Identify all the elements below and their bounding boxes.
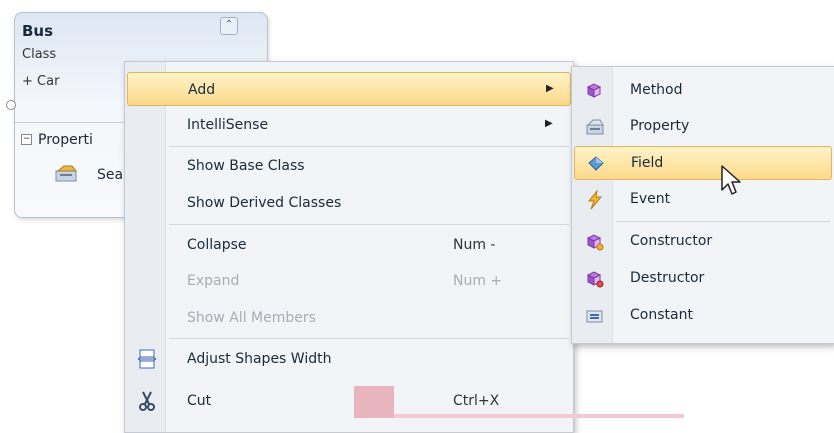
menu-item-collapse[interactable]: Collapse Num - bbox=[127, 228, 571, 262]
destructor-icon bbox=[586, 271, 604, 288]
submenu-item-event[interactable]: Event bbox=[574, 183, 832, 217]
submenu-item-method[interactable]: Method bbox=[574, 74, 832, 108]
menu-item-show-all-members: Show All Members bbox=[127, 301, 571, 335]
menu-item-show-derived-classes[interactable]: Show Derived Classes bbox=[127, 186, 571, 220]
submenu-item-property[interactable]: Property bbox=[574, 110, 832, 144]
menu-item-label: Adjust Shapes Width bbox=[187, 351, 332, 367]
submenu-arrow-icon: ▶ bbox=[546, 83, 554, 94]
submenu-item-label: Property bbox=[630, 118, 690, 134]
submenu-item-destructor[interactable]: Destructor bbox=[574, 262, 832, 296]
menu-item-add[interactable]: Add ▶ bbox=[127, 72, 571, 106]
submenu-item-label: Destructor bbox=[630, 270, 705, 286]
submenu-item-label: Event bbox=[630, 191, 671, 207]
submenu-item-label: Constant bbox=[630, 307, 693, 323]
menu-item-label: Show Base Class bbox=[187, 158, 305, 174]
class-kind: Class bbox=[22, 47, 57, 62]
submenu-item-label: Method bbox=[630, 82, 683, 98]
submenu-arrow-icon: ▶ bbox=[545, 118, 553, 129]
menu-item-shortcut: Num - bbox=[453, 237, 496, 253]
scissors-icon bbox=[139, 391, 155, 411]
menu-item-label: Collapse bbox=[187, 237, 247, 253]
submenu-item-field[interactable]: Field bbox=[574, 146, 832, 180]
submenu-item-constructor[interactable]: Constructor bbox=[574, 225, 832, 259]
menu-item-shortcut: Ctrl+X bbox=[453, 393, 500, 409]
class-base-type: + Car bbox=[22, 74, 60, 89]
constructor-icon bbox=[586, 234, 604, 251]
menu-separator bbox=[169, 338, 569, 339]
property-icon bbox=[586, 119, 604, 135]
field-icon bbox=[588, 156, 604, 171]
property-icon bbox=[55, 165, 78, 182]
compartment-label-properties[interactable]: Properti bbox=[38, 132, 93, 148]
class-name[interactable]: Bus bbox=[22, 22, 53, 40]
connector-handle[interactable] bbox=[6, 100, 16, 110]
submenu-item-label: Field bbox=[631, 155, 664, 171]
submenu-item-constant[interactable]: Constant bbox=[574, 299, 832, 333]
menu-item-label: Show Derived Classes bbox=[187, 195, 342, 211]
decorative-highlight-line bbox=[394, 414, 684, 418]
menu-item-label: Cut bbox=[187, 393, 212, 409]
menu-item-show-base-class[interactable]: Show Base Class bbox=[127, 149, 571, 183]
add-submenu: Method Property Field Event Constructor bbox=[571, 66, 834, 344]
context-menu: Add ▶ IntelliSense ▶ Show Base Class Sho… bbox=[124, 61, 574, 433]
member-label[interactable]: Sea bbox=[97, 167, 123, 183]
menu-item-intellisense[interactable]: IntelliSense ▶ bbox=[127, 108, 571, 142]
mouse-cursor-icon bbox=[721, 165, 741, 195]
menu-separator bbox=[169, 146, 569, 147]
menu-item-label: Expand bbox=[187, 273, 240, 289]
menu-item-label: Add bbox=[188, 82, 216, 98]
menu-item-shortcut: Num + bbox=[453, 273, 503, 289]
collapse-chevron-icon[interactable]: ⌃ bbox=[220, 17, 238, 35]
event-icon bbox=[587, 190, 603, 210]
menu-separator bbox=[169, 224, 569, 225]
decorative-highlight-block bbox=[354, 386, 394, 418]
menu-item-cut[interactable]: Cut Ctrl+X bbox=[127, 384, 571, 418]
menu-item-expand: Expand Num + bbox=[127, 264, 571, 298]
menu-item-adjust-shapes-width[interactable]: Adjust Shapes Width bbox=[127, 342, 571, 376]
constant-icon bbox=[586, 310, 603, 323]
adjust-width-icon bbox=[137, 349, 157, 369]
compartment-toggle-icon[interactable]: − bbox=[21, 134, 32, 145]
menu-item-label: IntelliSense bbox=[187, 117, 269, 133]
menu-item-label: Show All Members bbox=[187, 310, 316, 326]
submenu-separator bbox=[616, 221, 830, 222]
method-icon bbox=[586, 83, 602, 98]
submenu-item-label: Constructor bbox=[630, 233, 713, 249]
